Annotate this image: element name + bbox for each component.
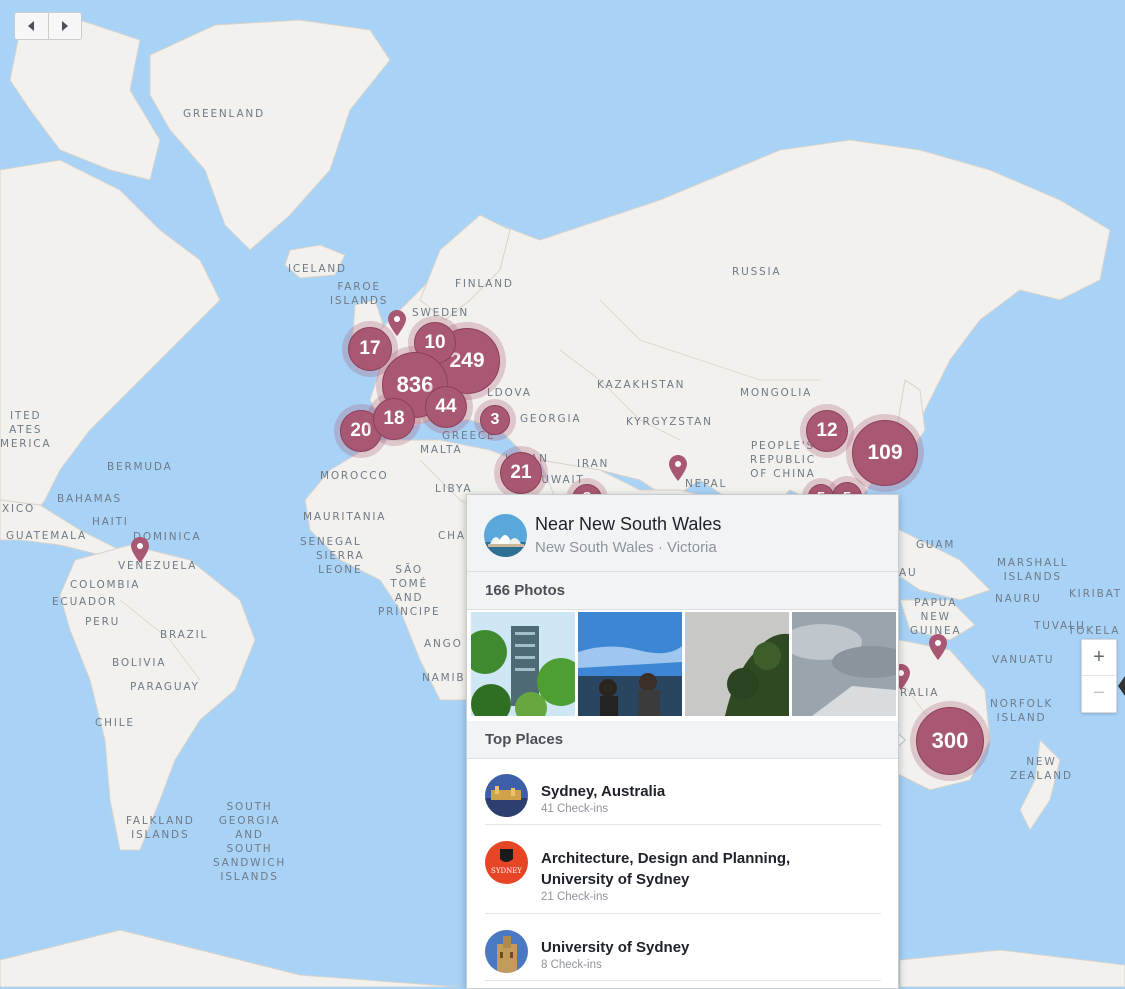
label-ecuador: ECUADOR [52, 596, 118, 608]
photo-thumbnail[interactable] [792, 612, 896, 716]
label-sao-tome: SÃO TOMÉ AND PRÍNCIPE [378, 564, 441, 618]
place-checkins: 8 Check-ins [541, 959, 602, 971]
label-greenland: GREENLAND [183, 108, 265, 120]
label-mexico: XICO [2, 503, 36, 515]
label-kyrgyzstan: KYRGYZSTAN [626, 416, 713, 428]
zoom-edge-marker [1118, 676, 1125, 696]
label-sierra-leone: SIERRA LEONE [316, 550, 365, 576]
map-pin-icon[interactable] [669, 455, 687, 481]
label-marshall: MARSHALL ISLANDS [997, 557, 1069, 583]
zoom-out-button[interactable]: − [1082, 675, 1116, 711]
label-bolivia: BOLIVIA [112, 657, 167, 669]
label-finland: FINLAND [455, 278, 514, 290]
map-pin-icon[interactable] [131, 537, 149, 563]
place-item[interactable]: University of Sydney 8 Check-ins [485, 914, 881, 981]
label-kazakhstan: KAZAKHSTAN [597, 379, 686, 391]
label-bermuda: BERMUDA [107, 461, 173, 473]
place-item[interactable]: SYDNEY Architecture, Design and Planning… [485, 825, 881, 914]
popup-header: Near New South Wales New South Wales · V… [467, 495, 898, 572]
label-georgia: GEORGIA [520, 413, 582, 425]
place-name[interactable]: Sydney, Australia [541, 781, 665, 802]
label-bahamas: BAHAMAS [57, 493, 122, 505]
label-senegal: SENEGAL [300, 536, 362, 548]
location-popup: Near New South Wales New South Wales · V… [466, 494, 899, 989]
popup-title[interactable]: Near New South Wales [535, 514, 721, 535]
label-paraguay: PARAGUAY [130, 681, 200, 693]
label-brazil: BRAZIL [160, 629, 209, 641]
popup-subtitle: New South Wales · Victoria [535, 539, 717, 556]
caret-right-icon [61, 21, 68, 31]
place-avatar: SYDNEY [485, 841, 528, 884]
label-falkland: FALKLAND ISLANDS [126, 815, 195, 841]
label-guatemala: GUATEMALA [6, 530, 87, 542]
place-checkins: 41 Check-ins [541, 803, 609, 815]
label-namibia: NAMIB [422, 672, 466, 684]
cluster-marker[interactable]: 300 [916, 707, 984, 775]
label-nauru: NAURU [995, 593, 1042, 605]
map-pin-icon[interactable] [388, 310, 406, 336]
label-south-georgia: SOUTH GEORGIA AND SOUTH SANDWICH ISLANDS [213, 801, 287, 883]
label-vanuatu: VANUATU [992, 654, 1055, 666]
label-mauritania: MAURITANIA [303, 511, 387, 523]
label-iceland: ICELAND [288, 263, 347, 275]
label-russia: RUSSIA [732, 266, 782, 278]
location-avatar [484, 514, 527, 557]
label-kiribati: KIRIBAT [1069, 588, 1122, 600]
place-logo-text: SYDNEY [491, 867, 522, 875]
label-angola: ANGO [424, 638, 463, 650]
cluster-marker[interactable]: 17 [348, 327, 392, 371]
label-venezuela: VENEZUELA [118, 560, 198, 572]
label-colombia: COLOMBIA [70, 579, 141, 591]
label-papua-new-guinea: PAPUA NEW GUINEA [910, 597, 962, 637]
photo-thumbnail[interactable] [578, 612, 682, 716]
photo-thumbnail[interactable] [685, 612, 789, 716]
prev-button[interactable] [15, 13, 48, 39]
cluster-marker[interactable]: 3 [480, 405, 510, 435]
top-places-section-header: Top Places [467, 721, 898, 759]
label-iran: IRAN [577, 458, 610, 470]
place-name[interactable]: University of Sydney [541, 937, 689, 958]
cluster-marker[interactable]: 18 [373, 398, 415, 440]
label-tokelau: TOKELA [1068, 625, 1121, 637]
label-new-zealand: NEW ZEALAND [1010, 756, 1073, 782]
cluster-marker[interactable]: 21 [500, 452, 542, 494]
place-checkins: 21 Check-ins [541, 891, 609, 903]
cluster-marker[interactable]: 109 [852, 420, 918, 486]
place-item[interactable]: Sydney, Australia 41 Check-ins [485, 759, 881, 825]
label-chad: CHA [438, 530, 466, 542]
photo-thumbnail[interactable] [471, 612, 575, 716]
zoom-control: + − [1081, 639, 1117, 713]
top-places-heading: Top Places [485, 731, 564, 748]
map-pin-icon[interactable] [929, 634, 947, 660]
photos-heading[interactable]: 166 Photos [485, 582, 565, 599]
label-peru: PERU [85, 616, 121, 628]
label-morocco: MOROCCO [320, 470, 389, 482]
zoom-in-button[interactable]: + [1082, 640, 1116, 675]
caret-left-icon [28, 21, 35, 31]
cluster-marker[interactable]: 44 [425, 386, 467, 428]
cluster-marker[interactable]: 12 [806, 410, 848, 452]
label-guam: GUAM [916, 539, 956, 551]
label-usa: ITED ATES MERICA [0, 410, 52, 450]
label-pacific-au: AU [899, 567, 918, 579]
place-name[interactable]: Architecture, Design and Planning, Unive… [541, 848, 790, 890]
place-avatar [485, 774, 528, 817]
label-haiti: HAITI [92, 516, 129, 528]
label-nepal: NEPAL [685, 478, 728, 490]
label-china: PEOPLE'S REPUBLIC OF CHINA [750, 440, 816, 480]
place-avatar [485, 930, 528, 973]
label-norfolk: NORFOLK ISLAND [990, 698, 1054, 724]
label-faroe: FAROE ISLANDS [330, 281, 389, 307]
label-malta: MALTA [420, 444, 463, 456]
label-mongolia: MONGOLIA [740, 387, 813, 399]
label-sweden: SWEDEN [412, 307, 470, 319]
label-moldova: LDOVA [487, 387, 532, 399]
photos-section-header: 166 Photos [467, 572, 898, 610]
next-button[interactable] [47, 13, 82, 39]
map-history-nav [14, 12, 82, 40]
label-chile: CHILE [95, 717, 135, 729]
